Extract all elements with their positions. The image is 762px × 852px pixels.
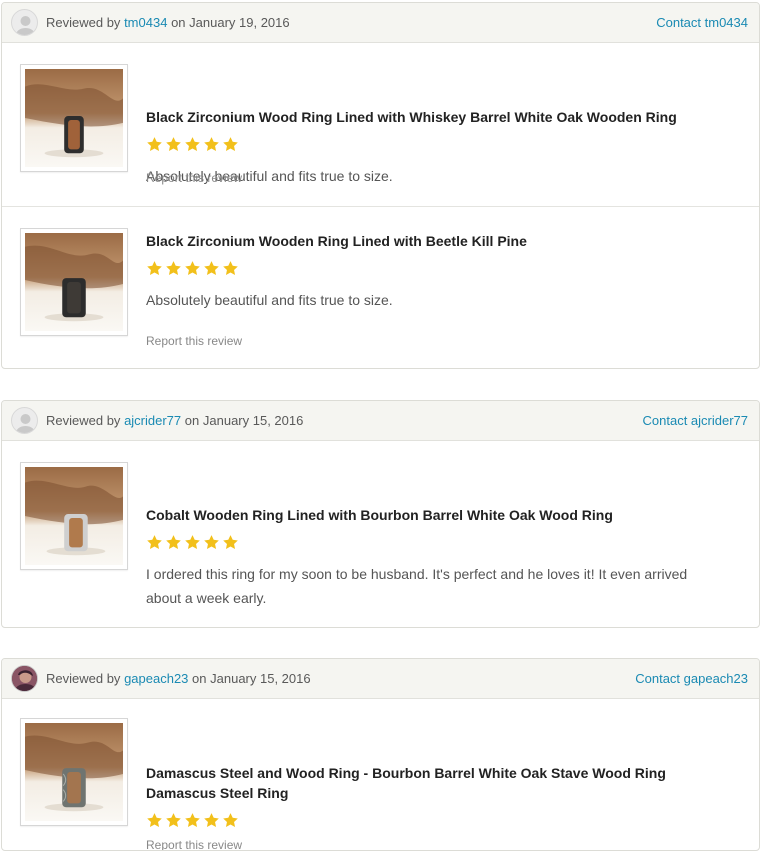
review-group: Reviewed by ajcrider77 on January 15, 20… xyxy=(1,400,760,628)
star-icon xyxy=(165,812,182,829)
star-icon xyxy=(165,136,182,153)
star-icon xyxy=(222,534,239,551)
product-title-link[interactable]: Cobalt Wooden Ring Lined with Bourbon Ba… xyxy=(146,505,613,525)
user-photo-avatar xyxy=(11,665,38,692)
product-title-link[interactable]: Black Zirconium Wooden Ring Lined with B… xyxy=(146,231,527,251)
review-item: Black Zirconium Wood Ring Lined with Whi… xyxy=(2,43,759,207)
star-icon xyxy=(165,534,182,551)
star-icon xyxy=(184,534,201,551)
star-icon xyxy=(222,260,239,277)
review-text: Absolutely beautiful and fits true to si… xyxy=(146,292,393,308)
reviewed-by-label: Reviewed by xyxy=(46,671,121,686)
product-thumbnail[interactable] xyxy=(20,64,128,172)
on-label: on xyxy=(171,15,186,30)
review-group-header: Reviewed by gapeach23 on January 15, 201… xyxy=(2,659,759,699)
star-icon xyxy=(184,260,201,277)
review-date: January 15, 2016 xyxy=(202,413,304,428)
reviewer-link[interactable]: gapeach23 xyxy=(124,671,188,686)
reviewed-by-label: Reviewed by xyxy=(46,413,121,428)
star-icon xyxy=(146,812,163,829)
star-rating xyxy=(146,136,239,153)
reviewer-link[interactable]: ajcrider77 xyxy=(124,413,181,428)
product-title-link[interactable]: Black Zirconium Wood Ring Lined with Whi… xyxy=(146,107,677,127)
star-icon xyxy=(222,812,239,829)
review-item: Black Zirconium Wooden Ring Lined with B… xyxy=(2,207,759,368)
reviewer-link[interactable]: tm0434 xyxy=(124,15,167,30)
star-icon xyxy=(184,136,201,153)
reviewed-by-label: Reviewed by xyxy=(46,15,121,30)
report-review-link[interactable]: Report this review xyxy=(146,334,242,348)
review-text: I ordered this ring for my soon to be hu… xyxy=(146,566,688,606)
default-avatar-icon xyxy=(11,9,38,36)
reviewer-line: Reviewed by tm0434 on January 19, 2016 xyxy=(46,15,656,30)
report-review-link[interactable]: Report this review xyxy=(146,171,242,185)
review-item: Damascus Steel and Wood Ring - Bourbon B… xyxy=(2,699,759,850)
product-title-link[interactable]: Damascus Steel and Wood Ring - Bourbon B… xyxy=(146,763,686,803)
star-rating xyxy=(146,812,239,829)
star-icon xyxy=(165,260,182,277)
star-icon xyxy=(203,812,220,829)
review-item: Cobalt Wooden Ring Lined with Bourbon Ba… xyxy=(2,441,759,627)
report-review-link[interactable]: Report this review xyxy=(146,838,242,850)
star-icon xyxy=(146,260,163,277)
review-group: Reviewed by gapeach23 on January 15, 201… xyxy=(1,658,760,851)
on-label: on xyxy=(192,671,207,686)
contact-reviewer-link[interactable]: Contact ajcrider77 xyxy=(643,413,749,428)
star-icon xyxy=(146,136,163,153)
review-group-header: Reviewed by ajcrider77 on January 15, 20… xyxy=(2,401,759,441)
product-thumbnail[interactable] xyxy=(20,228,128,336)
star-icon xyxy=(203,534,220,551)
star-rating xyxy=(146,260,239,277)
review-group: Reviewed by tm0434 on January 19, 2016 C… xyxy=(1,2,760,369)
product-thumbnail[interactable] xyxy=(20,462,128,570)
on-label: on xyxy=(184,413,200,428)
reviewer-line: Reviewed by gapeach23 on January 15, 201… xyxy=(46,671,635,686)
review-group-header: Reviewed by tm0434 on January 19, 2016 C… xyxy=(2,3,759,43)
review-date: January 15, 2016 xyxy=(210,671,311,686)
contact-reviewer-link[interactable]: Contact tm0434 xyxy=(656,15,748,30)
star-rating xyxy=(146,534,239,551)
star-icon xyxy=(146,534,163,551)
reviewer-line: Reviewed by ajcrider77 on January 15, 20… xyxy=(46,413,643,428)
star-icon xyxy=(222,136,239,153)
star-icon xyxy=(203,260,220,277)
star-icon xyxy=(184,812,201,829)
product-thumbnail[interactable] xyxy=(20,718,128,826)
star-icon xyxy=(203,136,220,153)
review-date: January 19, 2016 xyxy=(189,15,290,30)
contact-reviewer-link[interactable]: Contact gapeach23 xyxy=(635,671,748,686)
default-avatar-icon xyxy=(11,407,38,434)
